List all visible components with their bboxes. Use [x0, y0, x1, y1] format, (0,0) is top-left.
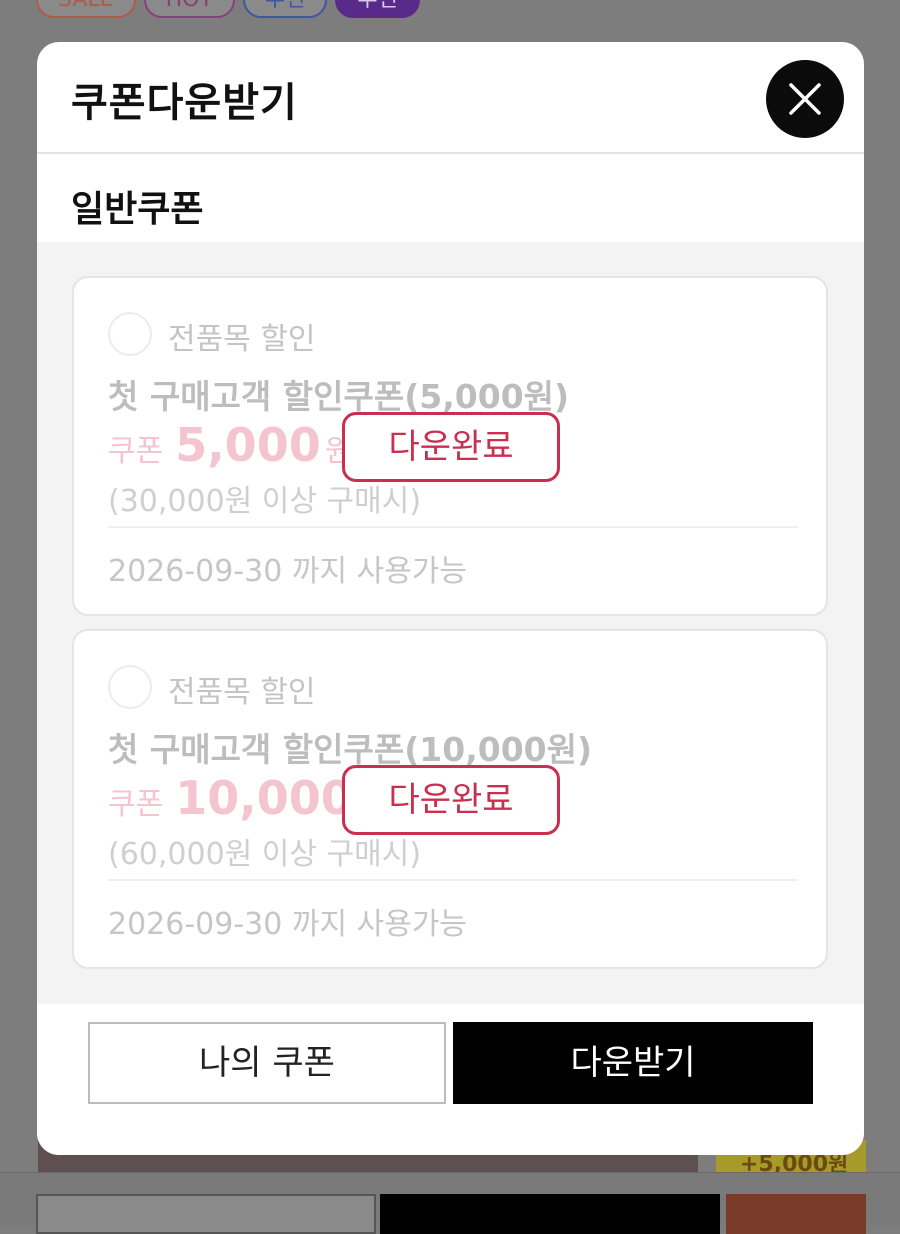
modal-header: 쿠폰다운받기 — [37, 42, 864, 154]
background-bottom-button-right — [726, 1194, 866, 1234]
section-title-general-coupons: 일반쿠폰 — [71, 189, 204, 230]
coupon-category: 전품목 할인 — [168, 675, 316, 710]
my-coupons-button[interactable]: 나의 쿠폰 — [88, 1022, 446, 1104]
background-tag-recommend: 추천 — [242, 0, 328, 18]
coupon-divider — [108, 879, 798, 881]
coupon-list: 전품목 할인 첫 구매고객 할인쿠폰(5,000원) 쿠폰 5,000 원 (3… — [37, 242, 864, 1004]
background-bottom-button-middle — [380, 1194, 720, 1234]
coupon-name: 첫 구매고객 할인쿠폰(5,000원) — [108, 377, 570, 416]
close-icon — [789, 83, 821, 115]
coupon-select-radio[interactable] — [108, 312, 152, 356]
background-tag-recommend-filled: 추천 — [335, 0, 420, 18]
coupon-condition: (60,000원 이상 구매시) — [108, 837, 422, 872]
close-button[interactable] — [766, 60, 844, 138]
coupon-category: 전품목 할인 — [168, 322, 316, 357]
coupon-download-modal: 쿠폰다운받기 일반쿠폰 전품목 할인 첫 구매고객 할인쿠폰(5,000원) 쿠… — [37, 42, 864, 1155]
background-tag-hot: HOT — [143, 0, 235, 18]
background-bottom-button-left — [36, 1194, 376, 1234]
coupon-expiry: 2026-09-30 까지 사용가능 — [108, 554, 468, 589]
background-tag-row: SALE HOT 추천 추천 — [36, 0, 420, 18]
background-tag-sale: SALE — [36, 0, 136, 18]
coupon-card: 전품목 할인 첫 구매고객 할인쿠폰(10,000원) 쿠폰 10,000 원 … — [72, 629, 828, 969]
modal-title: 쿠폰다운받기 — [71, 80, 298, 126]
coupon-expiry: 2026-09-30 까지 사용가능 — [108, 907, 468, 942]
coupon-amount: 10,000 — [175, 771, 353, 825]
coupon-condition: (30,000원 이상 구매시) — [108, 484, 422, 519]
download-complete-badge[interactable]: 다운완료 — [342, 765, 560, 835]
coupon-amount: 5,000 — [175, 418, 321, 472]
coupon-price-prefix: 쿠폰 — [108, 434, 164, 469]
coupon-price: 쿠폰 5,000 원 — [108, 418, 352, 472]
coupon-price-prefix: 쿠폰 — [108, 787, 164, 822]
coupon-divider — [108, 526, 798, 528]
coupon-name: 첫 구매고객 할인쿠폰(10,000원) — [108, 730, 593, 769]
modal-footer: 나의 쿠폰 다운받기 — [37, 1004, 864, 1155]
coupon-select-radio[interactable] — [108, 665, 152, 709]
coupon-card: 전품목 할인 첫 구매고객 할인쿠폰(5,000원) 쿠폰 5,000 원 (3… — [72, 276, 828, 616]
download-complete-badge[interactable]: 다운완료 — [342, 412, 560, 482]
download-button[interactable]: 다운받기 — [453, 1022, 813, 1104]
